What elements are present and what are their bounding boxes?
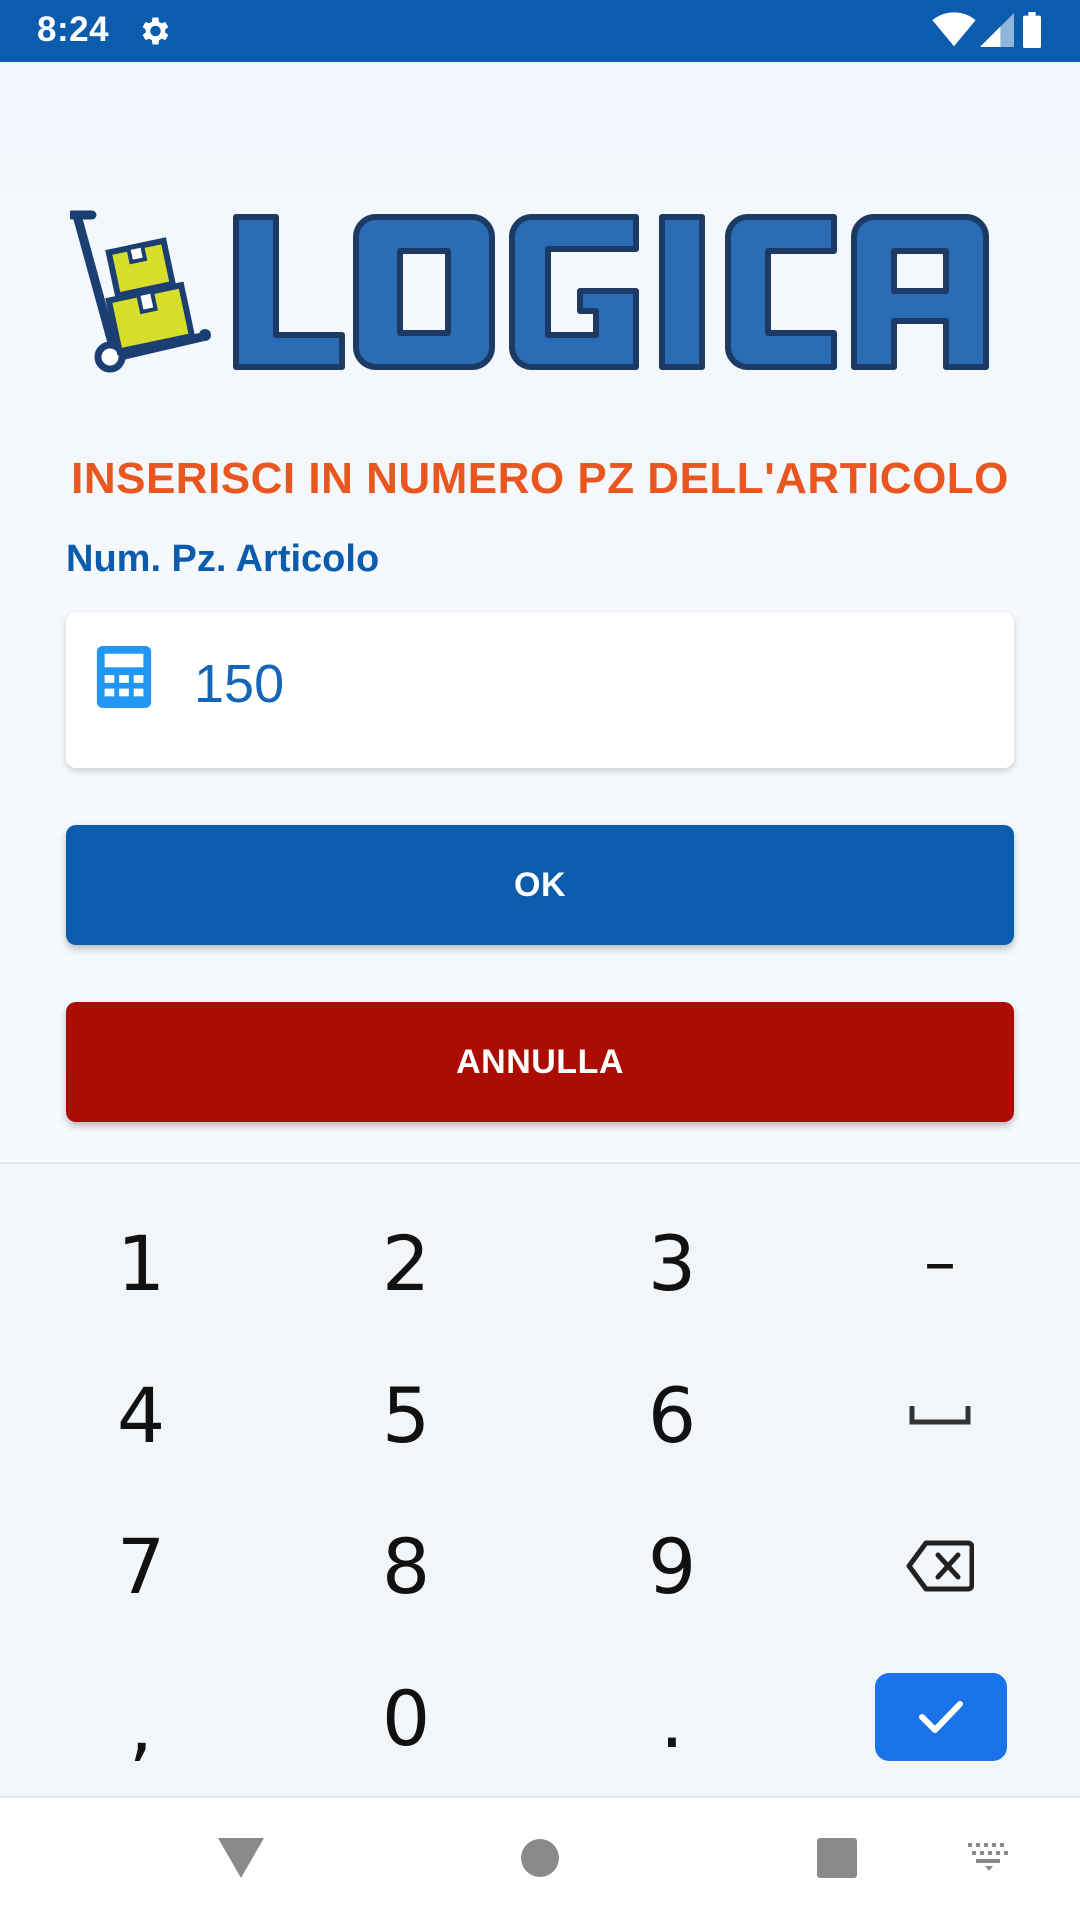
wifi-icon xyxy=(932,12,976,47)
key-7[interactable]: 7 xyxy=(7,1491,275,1641)
key-0[interactable]: 0 xyxy=(272,1643,540,1793)
cancel-button[interactable]: ANNULLA xyxy=(66,1002,1014,1122)
key-4[interactable]: 4 xyxy=(7,1340,275,1490)
key-comma[interactable]: , xyxy=(7,1650,275,1800)
hand-truck-boxes-icon xyxy=(70,210,211,373)
key-6[interactable]: 6 xyxy=(538,1340,806,1490)
key-period[interactable]: . xyxy=(538,1645,806,1795)
key-2[interactable]: 2 xyxy=(272,1188,540,1338)
navigation-bar xyxy=(0,1796,1080,1920)
app-content: INSERISCI IN NUMERO PZ DELL'ARTICOLO Num… xyxy=(0,62,1080,1162)
status-bar: 8:24 xyxy=(0,0,1080,62)
home-icon[interactable] xyxy=(520,1838,560,1878)
back-icon[interactable] xyxy=(218,1838,264,1878)
key-dash[interactable]: – xyxy=(806,1188,1074,1338)
key-1[interactable]: 1 xyxy=(7,1188,275,1338)
gear-icon xyxy=(142,17,169,45)
key-9[interactable]: 9 xyxy=(538,1491,806,1641)
ok-button[interactable]: OK xyxy=(66,825,1014,945)
calculator-icon xyxy=(96,646,152,708)
logo xyxy=(70,210,989,373)
key-3[interactable]: 3 xyxy=(538,1188,806,1338)
page-heading: INSERISCI IN NUMERO PZ DELL'ARTICOLO xyxy=(71,454,1009,503)
keyboard-switch-icon[interactable] xyxy=(968,1843,1010,1871)
quantity-input-container[interactable] xyxy=(66,612,1014,768)
space-icon xyxy=(909,1406,971,1425)
recents-icon[interactable] xyxy=(817,1838,857,1878)
key-8[interactable]: 8 xyxy=(272,1491,540,1641)
battery-icon xyxy=(1023,12,1041,48)
key-space[interactable] xyxy=(806,1340,1074,1490)
backspace-icon xyxy=(906,1540,974,1592)
enter-key[interactable] xyxy=(875,1673,1007,1761)
key-backspace[interactable] xyxy=(806,1491,1074,1641)
quantity-field-label: Num. Pz. Articolo xyxy=(66,538,380,580)
logo-wordmark xyxy=(233,214,989,370)
status-time: 8:24 xyxy=(37,10,110,49)
quantity-input[interactable] xyxy=(192,652,956,716)
check-icon xyxy=(919,1701,963,1733)
signal-icon xyxy=(980,13,1014,47)
key-5[interactable]: 5 xyxy=(272,1340,540,1490)
